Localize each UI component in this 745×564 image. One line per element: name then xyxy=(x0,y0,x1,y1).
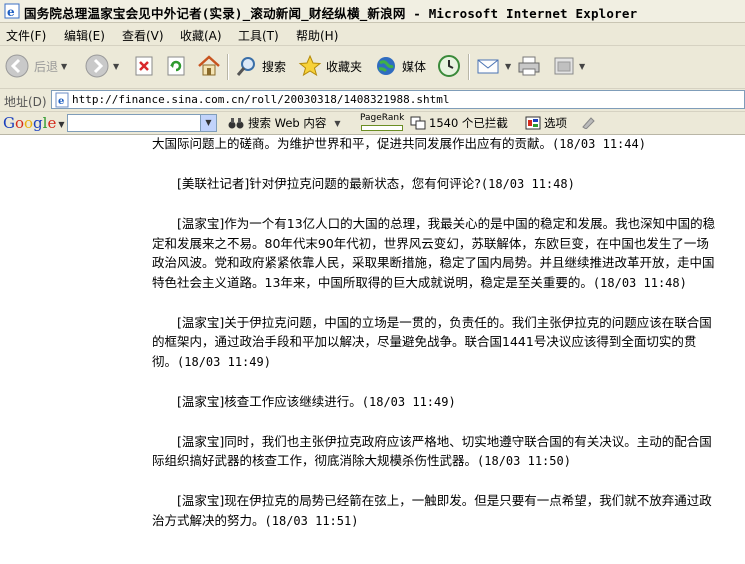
home-button[interactable] xyxy=(196,50,222,82)
history-icon xyxy=(438,55,460,77)
stop-icon xyxy=(135,56,153,76)
binoculars-icon xyxy=(228,118,244,129)
timestamp: (18/03 11:48) xyxy=(480,177,575,191)
timestamp: (18/03 11:51) xyxy=(264,513,359,528)
pagerank-label: PageRank xyxy=(360,113,405,123)
chevron-down-icon[interactable]: ▼ xyxy=(200,115,216,131)
address-url: http://finance.sina.com.cn/roll/20030318… xyxy=(72,93,450,106)
popup-blocked-count: 1540 个已拦截 xyxy=(429,116,508,130)
forward-arrow-icon xyxy=(85,54,109,78)
article-paragraph: [温家宝]作为一个有13亿人口的大国的总理，我最关心的是中国的稳定和发展。我也深… xyxy=(152,216,716,290)
google-search-web-button[interactable]: 搜索 Web 内容 ▼ xyxy=(228,115,341,131)
menu-file[interactable]: 文件(F) xyxy=(6,27,46,44)
mail-icon xyxy=(477,59,499,74)
popup-blocker-icon xyxy=(410,116,426,130)
window-title: 国务院总理温家宝会见中外记者(实录)_滚动新闻_财经纵横_新浪网 - Micro… xyxy=(24,6,638,21)
article-paragraph: 大国际问题上的磋商。为维护世界和平，促进共同发展作出应有的贡献。(18/03 1… xyxy=(152,136,646,151)
google-search-web-label: 搜索 Web 内容 xyxy=(248,116,327,130)
timestamp: (18/03 11:49) xyxy=(361,394,456,409)
article-paragraph: [温家宝]现在伊拉克的局势已经箭在弦上，一触即发。但是只要有一点希望，我们就不放… xyxy=(152,493,712,528)
magnifier-icon xyxy=(236,57,255,76)
article-paragraph: [温家宝]关于伊拉克问题，中国的立场是一贯的，负责任的。我们主张伊拉克的问题应该… xyxy=(152,314,712,369)
timestamp: (18/03 11:44) xyxy=(552,137,646,151)
google-search-input[interactable]: ▼ xyxy=(67,114,217,132)
media-label: 媒体 xyxy=(402,59,427,74)
options-label: 选项 xyxy=(544,116,567,130)
address-label: 地址(D) xyxy=(4,95,47,109)
discuss-button[interactable]: ▼ xyxy=(552,50,585,82)
menu-edit[interactable]: 编辑(E) xyxy=(64,27,105,44)
article-body: 大国际问题上的磋商。为维护世界和平，促进共同发展作出应有的贡献。(18/03 1… xyxy=(152,135,717,531)
search-label: 搜索 xyxy=(262,59,287,74)
google-toolbar: Google ▼ ▼ 搜索 Web 内容 ▼ PageRank 1540 个已拦截… xyxy=(0,112,745,135)
pagerank-indicator: PageRank xyxy=(360,113,404,132)
favorites-button[interactable]: 收藏夹 xyxy=(298,50,362,82)
timestamp: (18/03 11:50) xyxy=(477,454,571,468)
internet-explorer-icon: e xyxy=(4,3,20,19)
options-icon xyxy=(525,116,541,130)
article-paragraph: [温家宝]核查工作应该继续进行。(18/03 11:49) xyxy=(177,393,456,409)
printer-icon xyxy=(518,56,540,76)
media-globe-icon xyxy=(377,57,395,75)
svg-text:e: e xyxy=(7,5,15,19)
print-button[interactable] xyxy=(516,50,542,82)
google-logo[interactable]: Google ▼ xyxy=(3,114,65,132)
address-bar: 地址(D) e http://finance.sina.com.cn/roll/… xyxy=(0,89,745,112)
back-label: 后退 xyxy=(34,59,59,74)
chevron-down-icon[interactable]: ▼ xyxy=(579,62,585,71)
back-button[interactable]: 后退 ▼ xyxy=(4,50,67,82)
chevron-down-icon[interactable]: ▼ xyxy=(61,62,67,71)
pagerank-bar xyxy=(361,125,403,131)
popup-blocker-button[interactable]: 1540 个已拦截 xyxy=(410,115,508,131)
favorites-label: 收藏夹 xyxy=(326,59,363,74)
left-margin xyxy=(0,135,125,564)
highlight-button[interactable] xyxy=(580,115,596,129)
window-icon xyxy=(554,57,574,75)
media-button[interactable]: 媒体 xyxy=(374,50,426,82)
forward-button[interactable]: ▼ xyxy=(84,50,119,82)
chevron-down-icon[interactable]: ▼ xyxy=(58,120,64,129)
search-button[interactable]: 搜索 xyxy=(234,50,286,82)
toolbar-separator xyxy=(468,54,470,80)
refresh-button[interactable] xyxy=(164,50,188,82)
page-icon: e xyxy=(55,92,69,108)
menu-favorites[interactable]: 收藏(A) xyxy=(180,27,222,44)
menu-tools[interactable]: 工具(T) xyxy=(238,27,279,44)
star-icon xyxy=(298,54,322,77)
options-button[interactable]: 选项 xyxy=(525,115,567,131)
menu-bar: 文件(F) 编辑(E) 查看(V) 收藏(A) 工具(T) 帮助(H) xyxy=(0,23,745,46)
address-input[interactable]: e http://finance.sina.com.cn/roll/200303… xyxy=(51,90,745,109)
title-bar: e 国务院总理温家宝会见中外记者(实录)_滚动新闻_财经纵横_新浪网 - Mic… xyxy=(0,0,745,23)
chevron-down-icon[interactable]: ▼ xyxy=(113,62,119,71)
page-content: 大国际问题上的磋商。为维护世界和平，促进共同发展作出应有的贡献。(18/03 1… xyxy=(0,135,745,564)
chevron-down-icon[interactable]: ▼ xyxy=(505,62,511,71)
article-paragraph: [温家宝]同时，我们也主张伊拉克政府应该严格地、切实地遵守联合国的有关决议。主动… xyxy=(152,433,712,469)
timestamp: (18/03 11:49) xyxy=(177,354,271,369)
menu-help[interactable]: 帮助(H) xyxy=(296,27,338,44)
stop-button[interactable] xyxy=(132,50,156,82)
chevron-down-icon[interactable]: ▼ xyxy=(334,119,340,128)
toolbar-separator xyxy=(227,54,229,80)
mail-button[interactable]: ▼ xyxy=(476,50,511,82)
menu-view[interactable]: 查看(V) xyxy=(122,27,164,44)
article-paragraph: [美联社记者]针对伊拉克问题的最新状态，您有何评论?(18/03 11:48) xyxy=(177,176,575,191)
svg-text:e: e xyxy=(58,96,64,107)
back-arrow-icon xyxy=(5,54,29,78)
highlighter-icon xyxy=(582,117,595,129)
standard-toolbar: 后退 ▼ ▼ 搜索 收藏夹 媒体 ▼ ▼ xyxy=(0,46,745,89)
history-button[interactable] xyxy=(436,50,462,82)
refresh-icon xyxy=(167,56,185,76)
timestamp: (18/03 11:48) xyxy=(592,275,687,290)
home-icon xyxy=(198,55,220,76)
